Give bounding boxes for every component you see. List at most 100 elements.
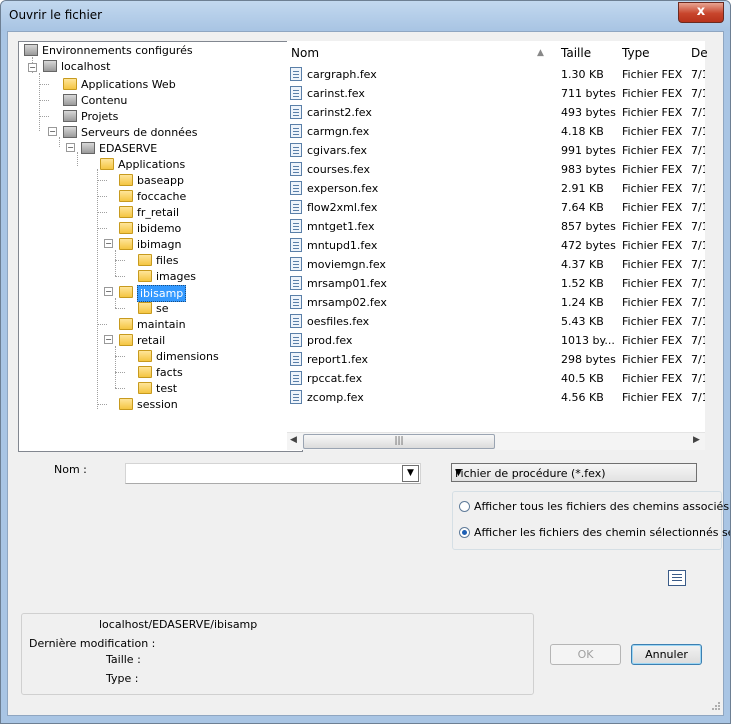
column-header-date[interactable]: De <box>691 41 708 65</box>
file-row[interactable]: mntget1.fex 857 bytes Fichier FEX 7/1 <box>287 217 705 236</box>
folder-icon <box>119 334 133 346</box>
folder-icon <box>119 318 133 330</box>
file-date: 7/1 <box>691 391 705 404</box>
file-row[interactable]: oesfiles.fex 5.43 KB Fichier FEX 7/1 <box>287 312 705 331</box>
file-name: mrsamp02.fex <box>307 296 387 309</box>
file-date: 7/1 <box>691 106 705 119</box>
fex-file-icon <box>290 162 302 176</box>
file-row[interactable]: courses.fex 983 bytes Fichier FEX 7/1 <box>287 160 705 179</box>
file-name: mntupd1.fex <box>307 239 378 252</box>
column-header-size[interactable]: Taille <box>561 41 591 65</box>
fex-file-icon <box>290 181 302 195</box>
file-row[interactable]: mntupd1.fex 472 bytes Fichier FEX 7/1 <box>287 236 705 255</box>
details-view-icon[interactable] <box>668 570 686 586</box>
file-type: Fichier FEX <box>622 106 683 119</box>
file-name: oesfiles.fex <box>307 315 370 328</box>
file-type: Fichier FEX <box>622 353 683 366</box>
file-row[interactable]: zcomp.fex 4.56 KB Fichier FEX 7/1 <box>287 388 705 407</box>
file-type: Fichier FEX <box>622 277 683 290</box>
file-size: 1013 by... <box>561 334 615 347</box>
file-size: 1.30 KB <box>561 68 604 81</box>
collapse-toggle[interactable]: − <box>48 127 57 136</box>
scroll-left-icon[interactable]: ◀ <box>290 435 297 445</box>
file-type: Fichier FEX <box>622 182 683 195</box>
file-date: 7/1 <box>691 201 705 214</box>
horizontal-scrollbar[interactable]: ◀ ||| ▶ <box>287 432 705 450</box>
file-name: mrsamp01.fex <box>307 277 387 290</box>
chevron-down-icon[interactable]: ▼ <box>402 465 419 482</box>
collapse-toggle[interactable]: − <box>28 63 37 72</box>
file-row[interactable]: cgivars.fex 991 bytes Fichier FEX 7/1 <box>287 141 705 160</box>
column-header-name[interactable]: Nom <box>291 41 319 65</box>
folder-icon <box>138 366 152 378</box>
file-date: 7/1 <box>691 239 705 252</box>
file-row[interactable]: prod.fex 1013 by... Fichier FEX 7/1 <box>287 331 705 350</box>
file-size: 857 bytes <box>561 220 616 233</box>
folder-icon <box>119 174 133 186</box>
file-type-select[interactable]: Fichier de procédure (*.fex) ▼ <box>451 463 697 482</box>
dialog-body: − − − − − − Environnements configurés lo… <box>7 31 730 716</box>
column-header-type[interactable]: Type <box>622 41 650 65</box>
file-row[interactable]: cargraph.fex 1.30 KB Fichier FEX 7/1 <box>287 65 705 84</box>
file-date: 7/1 <box>691 125 705 138</box>
ok-button[interactable]: OK <box>550 644 621 665</box>
file-name: prod.fex <box>307 334 353 347</box>
resize-grip-icon[interactable] <box>711 701 721 711</box>
server-icon <box>63 126 77 138</box>
dialog-window: Ouvrir le fichier x − − − − − − Environn… <box>0 0 731 724</box>
file-type: Fichier FEX <box>622 391 683 404</box>
file-row[interactable]: carinst2.fex 493 bytes Fichier FEX 7/1 <box>287 103 705 122</box>
collapse-toggle[interactable]: − <box>66 143 75 152</box>
file-size: 991 bytes <box>561 144 616 157</box>
file-row[interactable]: flow2xml.fex 7.64 KB Fichier FEX 7/1 <box>287 198 705 217</box>
file-name-input[interactable]: ▼ <box>125 463 421 484</box>
file-row[interactable]: experson.fex 2.91 KB Fichier FEX 7/1 <box>287 179 705 198</box>
fex-file-icon <box>290 67 302 81</box>
file-size: 298 bytes <box>561 353 616 366</box>
collapse-toggle[interactable]: − <box>104 239 113 248</box>
scroll-right-icon[interactable]: ▶ <box>693 435 700 445</box>
modified-label: Dernière modification : <box>29 637 156 650</box>
cancel-button[interactable]: Annuler <box>631 644 702 665</box>
file-row[interactable]: rpccat.fex 40.5 KB Fichier FEX 7/1 <box>287 369 705 388</box>
file-date: 7/1 <box>691 296 705 309</box>
radio-button[interactable] <box>459 501 470 512</box>
radio-button-selected[interactable] <box>459 527 470 538</box>
file-type: Fichier FEX <box>622 125 683 138</box>
file-type: Fichier FEX <box>622 163 683 176</box>
file-row[interactable]: mrsamp02.fex 1.24 KB Fichier FEX 7/1 <box>287 293 705 312</box>
projects-icon <box>63 110 77 122</box>
fex-file-icon <box>290 124 302 138</box>
file-name: zcomp.fex <box>307 391 364 404</box>
file-type: Fichier FEX <box>622 334 683 347</box>
file-type: Fichier FEX <box>622 220 683 233</box>
file-type: Fichier FEX <box>622 296 683 309</box>
file-type: Fichier FEX <box>622 239 683 252</box>
file-row[interactable]: carinst.fex 711 bytes Fichier FEX 7/1 <box>287 84 705 103</box>
file-size: 4.18 KB <box>561 125 604 138</box>
folder-icon <box>119 398 133 410</box>
network-icon <box>24 44 38 56</box>
fex-file-icon <box>290 238 302 252</box>
file-name: mntget1.fex <box>307 220 375 233</box>
path-filter-group: Afficher tous les fichiers des chemins a… <box>452 491 730 550</box>
name-label: Nom : <box>54 463 87 476</box>
file-row[interactable]: moviemgn.fex 4.37 KB Fichier FEX 7/1 <box>287 255 705 274</box>
file-row[interactable]: mrsamp01.fex 1.52 KB Fichier FEX 7/1 <box>287 274 705 293</box>
file-name: carinst2.fex <box>307 106 372 119</box>
close-button[interactable]: x <box>678 2 724 23</box>
collapse-toggle[interactable]: − <box>104 335 113 344</box>
fex-file-icon <box>290 295 302 309</box>
title-bar[interactable]: Ouvrir le fichier x <box>1 1 730 31</box>
file-row[interactable]: report1.fex 298 bytes Fichier FEX 7/1 <box>287 350 705 369</box>
file-date: 7/1 <box>691 315 705 328</box>
fex-file-icon <box>290 276 302 290</box>
file-name: courses.fex <box>307 163 370 176</box>
file-type: Fichier FEX <box>622 201 683 214</box>
file-date: 7/1 <box>691 334 705 347</box>
collapse-toggle[interactable]: − <box>104 287 113 296</box>
scrollbar-thumb[interactable]: ||| <box>303 434 495 449</box>
file-row[interactable]: carmgn.fex 4.18 KB Fichier FEX 7/1 <box>287 122 705 141</box>
file-type: Fichier FEX <box>622 144 683 157</box>
file-list: Nom ▲ Taille Type De cargraph.fex 1.30 KB… <box>287 41 708 450</box>
